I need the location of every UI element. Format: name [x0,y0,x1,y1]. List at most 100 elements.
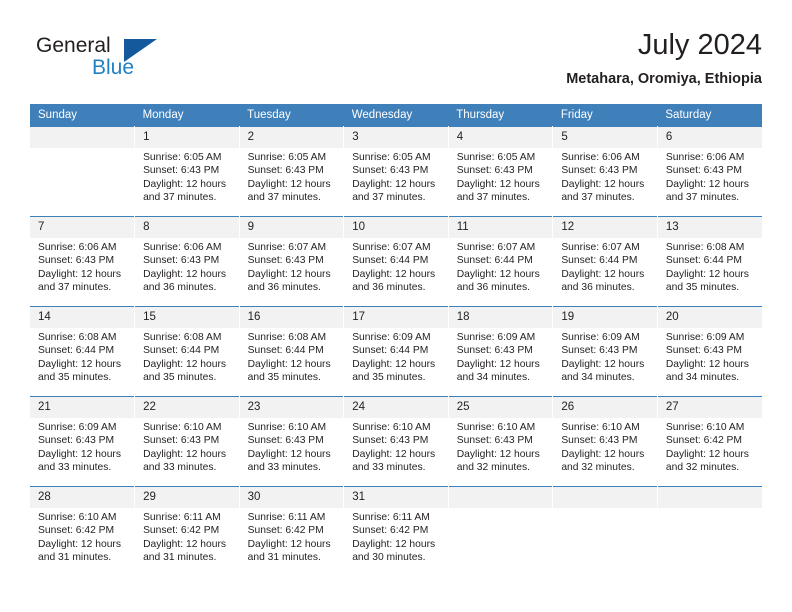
calendar-day-cell[interactable] [448,486,554,577]
day-cell-inner: 4 Sunrise: 6:05 AM Sunset: 6:43 PM Daylight… [448,127,553,216]
day-details: Sunrise: 6:10 AM Sunset: 6:42 PM Daylight:… [658,418,762,475]
calendar-body: 1 Sunrise: 6:05 AM Sunset: 6:43 PM Daylight… [30,126,762,577]
day-cell-inner: 23 Sunrise: 6:10 AM Sunset: 6:43 PM Dayligh… [239,397,344,486]
daylight-duration-line2: and 36 minutes. [352,282,426,294]
title-block: July 2024 Metahara, Oromiya, Ethiopia [566,28,762,88]
sunset-time: Sunset: 6:43 PM [561,345,638,357]
sunset-time: Sunset: 6:42 PM [38,525,115,537]
brand-logo[interactable]: General Blue [36,34,186,90]
daylight-duration-line2: and 35 minutes. [247,372,321,384]
calendar-day-cell[interactable]: 20 Sunrise: 6:09 AM Sunset: 6:43 PM Dayligh… [657,306,762,397]
calendar-day-cell[interactable]: 23 Sunrise: 6:10 AM Sunset: 6:43 PM Dayligh… [239,396,345,487]
sunset-time: Sunset: 6:44 PM [38,345,115,357]
calendar-day-cell[interactable]: 29 Sunrise: 6:11 AM Sunset: 6:42 PM Dayligh… [134,486,240,577]
calendar-day-cell[interactable]: 26 Sunrise: 6:10 AM Sunset: 6:43 PM Dayligh… [552,396,658,487]
sunrise-time: Sunrise: 6:10 AM [561,422,640,433]
daylight-duration-line1: Daylight: 12 hours [143,538,227,550]
calendar-day-cell[interactable] [30,126,136,217]
calendar-day-cell[interactable]: 24 Sunrise: 6:10 AM Sunset: 6:43 PM Dayligh… [343,396,449,487]
calendar-day-cell[interactable] [657,486,762,577]
day-number: 22 [135,397,239,418]
day-number: 23 [239,397,344,418]
sunrise-time: Sunrise: 6:09 AM [456,332,536,343]
calendar-day-cell[interactable]: 4 Sunrise: 6:05 AM Sunset: 6:43 PM Daylight… [448,126,554,217]
day-cell-inner: 25 Sunrise: 6:10 AM Sunset: 6:43 PM Dayligh… [448,397,553,486]
sunset-time: Sunset: 6:43 PM [143,435,220,447]
calendar-day-cell[interactable]: 13 Sunrise: 6:08 AM Sunset: 6:44 PM Dayligh… [657,216,762,307]
calendar-day-cell[interactable]: 5 Sunrise: 6:06 AM Sunset: 6:43 PM Daylight… [552,126,658,217]
sunset-time: Sunset: 6:43 PM [561,435,638,447]
calendar-day-cell[interactable]: 21 Sunrise: 6:09 AM Sunset: 6:43 PM Dayligh… [30,396,136,487]
day-number: 26 [553,397,657,418]
day-cell-inner: 22 Sunrise: 6:10 AM Sunset: 6:43 PM Dayligh… [135,397,239,486]
calendar-day-cell[interactable]: 19 Sunrise: 6:09 AM Sunset: 6:43 PM Dayligh… [552,306,658,397]
day-cell-inner: 12 Sunrise: 6:07 AM Sunset: 6:44 PM Dayligh… [553,217,657,306]
calendar-day-cell[interactable]: 7 Sunrise: 6:06 AM Sunset: 6:43 PM Daylight… [30,216,136,307]
sunset-time: Sunset: 6:44 PM [143,345,220,357]
day-cell-inner: 19 Sunrise: 6:09 AM Sunset: 6:43 PM Dayligh… [553,307,657,396]
daylight-duration-line1: Daylight: 12 hours [38,268,121,280]
day-cell-inner: 1 Sunrise: 6:05 AM Sunset: 6:43 PM Daylight… [135,127,239,216]
daylight-duration-line1: Daylight: 12 hours [143,358,227,370]
calendar-day-cell[interactable]: 3 Sunrise: 6:05 AM Sunset: 6:43 PM Daylight… [343,126,449,217]
day-cell-inner: 15 Sunrise: 6:08 AM Sunset: 6:44 PM Dayligh… [135,307,239,396]
sunrise-time: Sunrise: 6:06 AM [38,242,117,253]
calendar-day-cell[interactable]: 30 Sunrise: 6:11 AM Sunset: 6:42 PM Dayligh… [239,486,345,577]
brand-name-blue: Blue [92,56,135,79]
calendar-day-cell[interactable]: 12 Sunrise: 6:07 AM Sunset: 6:44 PM Dayligh… [552,216,658,307]
sunrise-time: Sunrise: 6:08 AM [665,242,745,253]
day-cell-inner: 21 Sunrise: 6:09 AM Sunset: 6:43 PM Dayligh… [30,397,135,486]
calendar-day-cell[interactable]: 17 Sunrise: 6:09 AM Sunset: 6:44 PM Dayligh… [343,306,449,397]
calendar-day-cell[interactable]: 16 Sunrise: 6:08 AM Sunset: 6:44 PM Dayligh… [239,306,345,397]
daylight-duration-line1: Daylight: 12 hours [561,178,645,190]
daylight-duration-line2: and 37 minutes. [561,192,635,204]
daylight-duration-line2: and 32 minutes. [665,462,740,474]
calendar-day-cell[interactable]: 1 Sunrise: 6:05 AM Sunset: 6:43 PM Daylight… [134,126,240,217]
sunrise-time: Sunrise: 6:10 AM [456,422,536,433]
day-details: Sunrise: 6:11 AM Sunset: 6:42 PM Daylight:… [344,508,448,565]
calendar-day-cell[interactable]: 28 Sunrise: 6:10 AM Sunset: 6:42 PM Dayligh… [30,486,136,577]
day-cell-inner: 10 Sunrise: 6:07 AM Sunset: 6:44 PM Dayligh… [344,217,448,306]
calendar-day-cell[interactable]: 14 Sunrise: 6:08 AM Sunset: 6:44 PM Dayligh… [30,306,136,397]
calendar-day-cell[interactable] [552,486,658,577]
calendar-day-cell[interactable]: 27 Sunrise: 6:10 AM Sunset: 6:42 PM Dayligh… [657,396,762,487]
sunset-time: Sunset: 6:44 PM [352,345,429,357]
daylight-duration-line1: Daylight: 12 hours [38,448,121,460]
daylight-duration-line1: Daylight: 12 hours [665,268,749,280]
daylight-duration-line2: and 31 minutes. [247,552,321,564]
calendar-day-cell[interactable]: 2 Sunrise: 6:05 AM Sunset: 6:43 PM Daylight… [239,126,345,217]
calendar-day-cell[interactable]: 9 Sunrise: 6:07 AM Sunset: 6:43 PM Daylight… [239,216,345,307]
calendar-day-cell[interactable]: 22 Sunrise: 6:10 AM Sunset: 6:43 PM Dayligh… [134,396,240,487]
calendar-day-cell[interactable]: 6 Sunrise: 6:06 AM Sunset: 6:43 PM Daylight… [657,126,762,217]
calendar-day-cell[interactable]: 18 Sunrise: 6:09 AM Sunset: 6:43 PM Dayligh… [448,306,554,397]
daylight-duration-line1: Daylight: 12 hours [143,178,227,190]
sunset-time: Sunset: 6:43 PM [665,345,743,357]
sunrise-time: Sunrise: 6:05 AM [247,152,327,163]
day-details: Sunrise: 6:05 AM Sunset: 6:43 PM Daylight:… [240,148,344,205]
calendar-day-cell[interactable]: 31 Sunrise: 6:11 AM Sunset: 6:42 PM Dayligh… [343,486,449,577]
calendar-day-cell[interactable]: 10 Sunrise: 6:07 AM Sunset: 6:44 PM Dayligh… [343,216,449,307]
sunset-time: Sunset: 6:43 PM [247,435,324,447]
day-details: Sunrise: 6:10 AM Sunset: 6:43 PM Daylight:… [240,418,344,475]
day-number: 5 [553,127,657,148]
daylight-duration-line1: Daylight: 12 hours [456,358,540,370]
day-number: 8 [135,217,239,238]
day-number: 4 [448,127,553,148]
sunrise-time: Sunrise: 6:05 AM [352,152,431,163]
daylight-duration-line2: and 37 minutes. [352,192,426,204]
calendar-day-cell[interactable]: 25 Sunrise: 6:10 AM Sunset: 6:43 PM Dayligh… [448,396,554,487]
daylight-duration-line1: Daylight: 12 hours [247,178,331,190]
daylight-duration-line1: Daylight: 12 hours [143,268,227,280]
calendar-day-cell[interactable]: 8 Sunrise: 6:06 AM Sunset: 6:43 PM Daylight… [134,216,240,307]
daylight-duration-line2: and 34 minutes. [665,372,740,384]
weekday-header-friday: Friday [552,104,658,127]
day-details: Sunrise: 6:10 AM Sunset: 6:43 PM Daylight:… [449,418,553,475]
calendar-page: General Blue July 2024 Metahara, Oromiya… [0,0,792,612]
day-number: 11 [448,217,553,238]
calendar-day-cell[interactable]: 15 Sunrise: 6:08 AM Sunset: 6:44 PM Dayligh… [134,306,240,397]
sunset-time: Sunset: 6:43 PM [456,345,533,357]
calendar-day-cell[interactable]: 11 Sunrise: 6:07 AM Sunset: 6:44 PM Dayligh… [448,216,554,307]
day-details: Sunrise: 6:09 AM Sunset: 6:43 PM Daylight:… [449,328,553,385]
day-number: 25 [448,397,553,418]
day-number: 9 [239,217,344,238]
